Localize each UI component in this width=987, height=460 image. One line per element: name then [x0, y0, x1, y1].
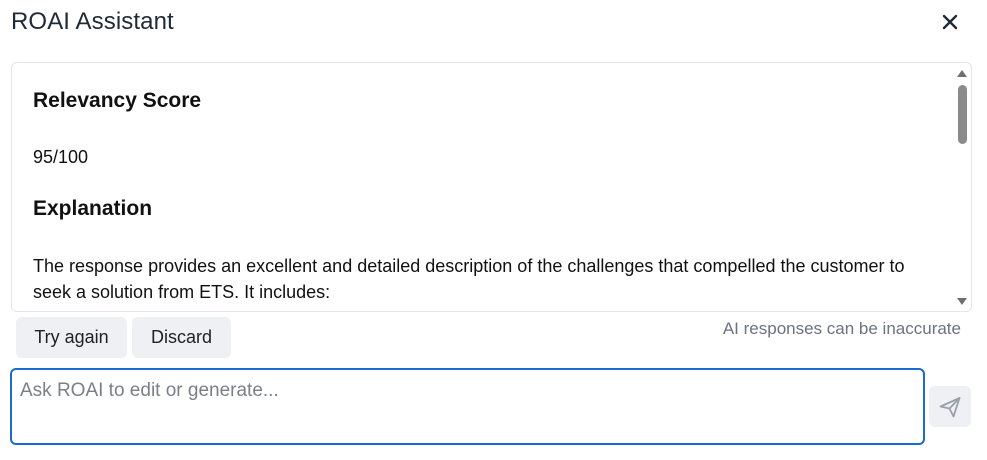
scrollbar[interactable] — [953, 63, 971, 311]
scroll-thumb[interactable] — [958, 85, 967, 144]
scroll-down-arrow[interactable] — [955, 295, 969, 307]
relevancy-heading: Relevancy Score — [33, 89, 202, 112]
explanation-heading: Explanation — [33, 197, 153, 220]
disclaimer-text: AI responses can be inaccurate — [722, 319, 961, 338]
close-button[interactable] — [937, 9, 963, 35]
scroll-up-arrow[interactable] — [955, 67, 969, 79]
prompt-input[interactable] — [10, 368, 925, 445]
discard-button[interactable]: Discard — [132, 317, 231, 358]
close-icon — [942, 14, 958, 30]
page-title: ROAI Assistant — [11, 8, 174, 35]
relevancy-score: 95/100 — [33, 147, 89, 167]
response-panel: Relevancy Score 95/100 Explanation The r… — [11, 62, 972, 312]
triangle-down-icon — [957, 297, 967, 305]
triangle-up-icon — [957, 69, 967, 77]
explanation-text: The response provides an excellent and d… — [33, 256, 905, 302]
send-icon — [939, 396, 961, 417]
send-button[interactable] — [929, 386, 971, 427]
try-again-button[interactable]: Try again — [16, 317, 127, 358]
